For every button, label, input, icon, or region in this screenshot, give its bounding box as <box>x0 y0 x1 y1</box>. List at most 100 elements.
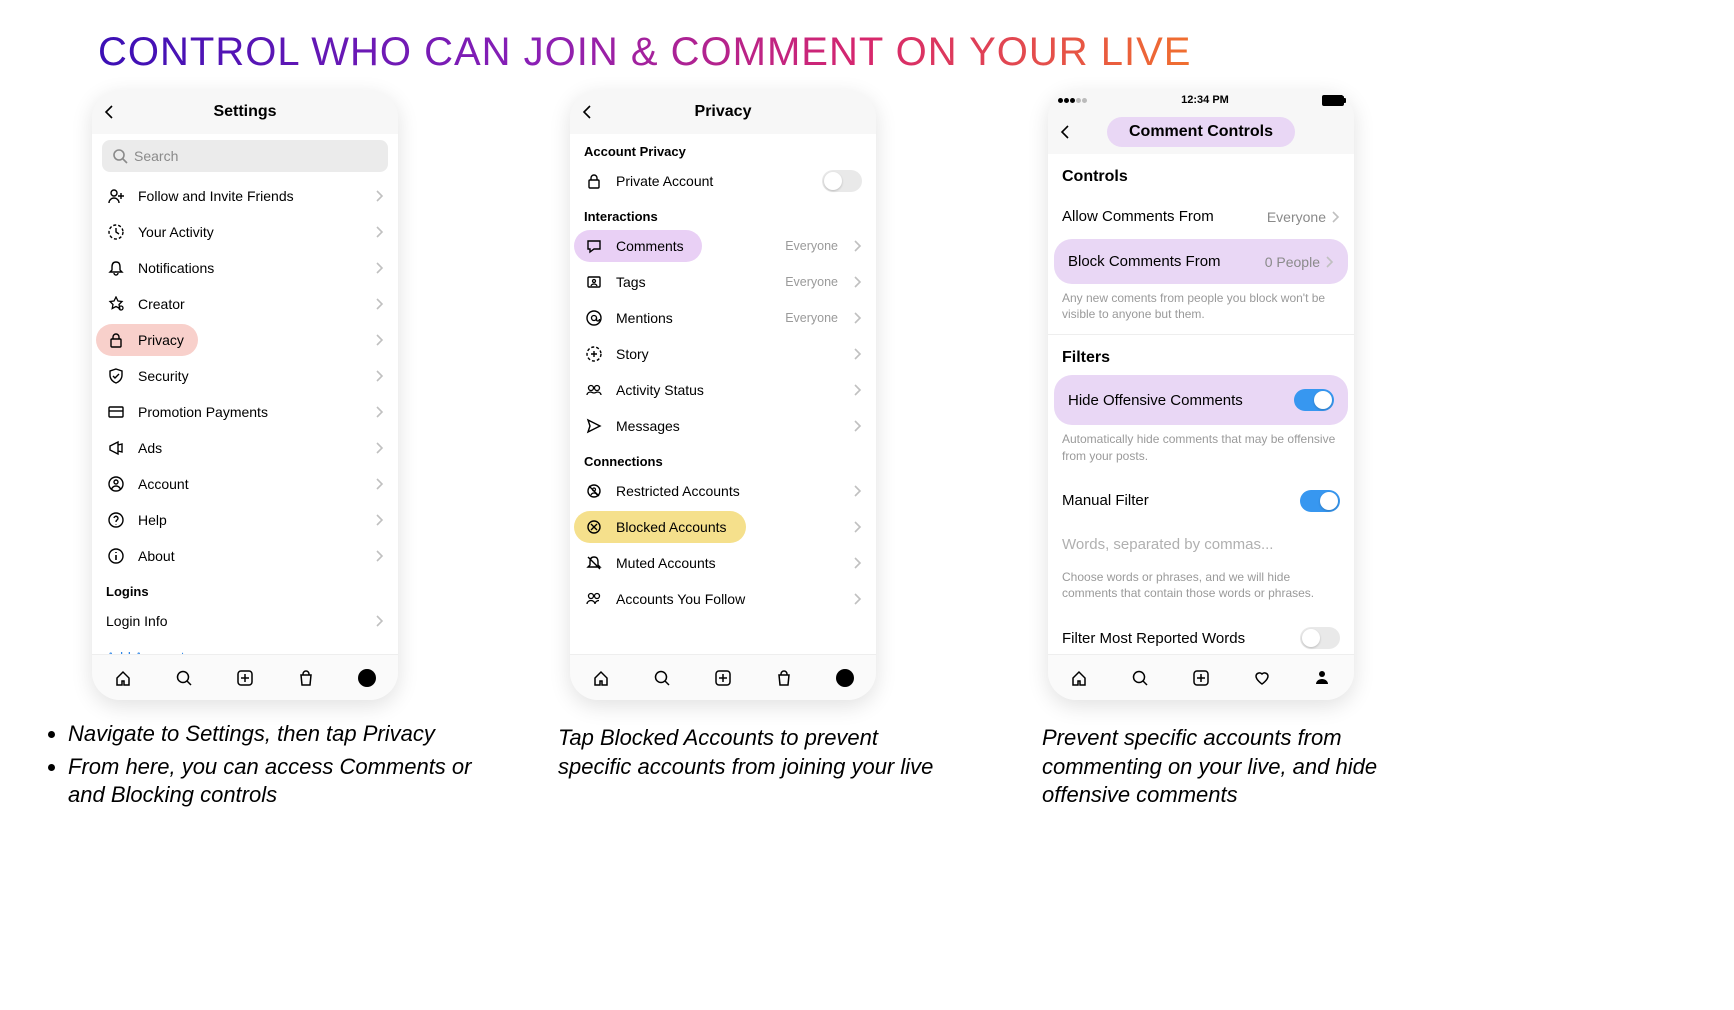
manual-filter-toggle[interactable] <box>1300 490 1340 512</box>
list-item-card[interactable]: Promotion Payments <box>92 394 398 430</box>
block-comments-row[interactable]: Block Comments From 0 People <box>1054 239 1348 284</box>
comment-icon <box>584 238 604 254</box>
list-item-comment[interactable]: CommentsEveryone <box>570 228 876 264</box>
tab-bar <box>1048 654 1354 700</box>
help-icon <box>106 512 126 528</box>
private-account-toggle[interactable] <box>822 170 862 192</box>
chevron-right-icon <box>854 557 862 569</box>
header-title: Privacy <box>695 103 752 121</box>
ads-icon <box>106 440 126 456</box>
account-icon <box>106 476 126 492</box>
phone-settings: Settings Search Follow and Invite Friend… <box>92 90 398 700</box>
add-icon[interactable] <box>234 667 256 689</box>
chevron-right-icon <box>1326 256 1334 268</box>
list-item-bell[interactable]: Notifications <box>92 250 398 286</box>
hide-offensive-toggle[interactable] <box>1294 389 1334 411</box>
tab-bar <box>92 654 398 700</box>
list-item-restrict[interactable]: Restricted Accounts <box>570 473 876 509</box>
story-icon <box>584 346 604 362</box>
search-tab-icon[interactable] <box>1129 667 1151 689</box>
manual-filter-row: Manual Filter <box>1048 476 1354 526</box>
logins-header: Logins <box>92 574 398 603</box>
list-item-tag[interactable]: TagsEveryone <box>570 264 876 300</box>
chevron-right-icon <box>376 550 384 562</box>
list-item-invite[interactable]: Follow and Invite Friends <box>92 178 398 214</box>
profile-tab-icon[interactable] <box>1312 667 1334 689</box>
connections-header: Connections <box>570 444 876 473</box>
home-icon[interactable] <box>112 667 134 689</box>
restrict-icon <box>584 483 604 499</box>
chevron-right-icon <box>854 348 862 360</box>
header-title: Comment Controls <box>1107 117 1295 147</box>
profile-tab-icon[interactable] <box>356 667 378 689</box>
tab-bar <box>570 654 876 700</box>
manual-note: Choose words or phrases, and we will hid… <box>1048 563 1354 613</box>
list-item-mention[interactable]: MentionsEveryone <box>570 300 876 336</box>
add-account-row[interactable]: Add Account <box>92 639 398 654</box>
caption-3: Prevent specific accounts from commentin… <box>1042 724 1402 810</box>
hide-offensive-row: Hide Offensive Comments <box>1054 375 1348 425</box>
chevron-right-icon <box>854 312 862 324</box>
phone-comment-controls: 12:34 PM Comment Controls Controls Allow… <box>1048 90 1354 700</box>
list-item-status[interactable]: Activity Status <box>570 372 876 408</box>
chevron-right-icon <box>376 334 384 346</box>
status-bar: 12:34 PM <box>1048 90 1354 110</box>
home-icon[interactable] <box>590 667 612 689</box>
search-tab-icon[interactable] <box>651 667 673 689</box>
list-item-story[interactable]: Story <box>570 336 876 372</box>
list-item-shield[interactable]: Security <box>92 358 398 394</box>
tag-icon <box>584 274 604 290</box>
home-icon[interactable] <box>1068 667 1090 689</box>
activity-tab-icon[interactable] <box>1251 667 1273 689</box>
list-item-activity[interactable]: Your Activity <box>92 214 398 250</box>
list-item-message[interactable]: Messages <box>570 408 876 444</box>
login-info-row[interactable]: Login Info <box>92 603 398 639</box>
account-privacy-header: Account Privacy <box>570 134 876 163</box>
lock-icon <box>584 173 604 189</box>
phone-privacy: Privacy Account Privacy Private Account … <box>570 90 876 700</box>
lock-icon <box>106 332 126 348</box>
follow-icon <box>584 591 604 607</box>
chevron-right-icon <box>854 521 862 533</box>
list-item-ads[interactable]: Ads <box>92 430 398 466</box>
search-icon <box>112 148 128 164</box>
back-button[interactable] <box>104 105 116 119</box>
private-account-row[interactable]: Private Account <box>570 163 876 199</box>
search-tab-icon[interactable] <box>173 667 195 689</box>
caption-1: Navigate to Settings, then tap Privacy F… <box>50 720 490 814</box>
list-item-mute[interactable]: Muted Accounts <box>570 545 876 581</box>
manual-filter-input[interactable]: Words, separated by commas... <box>1048 526 1354 563</box>
profile-tab-icon[interactable] <box>834 667 856 689</box>
chevron-right-icon <box>376 514 384 526</box>
chevron-right-icon <box>376 478 384 490</box>
list-item-account[interactable]: Account <box>92 466 398 502</box>
caption-2: Tap Blocked Accounts to prevent specific… <box>558 724 938 781</box>
chevron-right-icon <box>854 593 862 605</box>
list-item-info[interactable]: About <box>92 538 398 574</box>
add-icon[interactable] <box>1190 667 1212 689</box>
add-icon[interactable] <box>712 667 734 689</box>
invite-icon <box>106 188 126 204</box>
back-button[interactable] <box>582 105 594 119</box>
mute-icon <box>584 555 604 571</box>
shop-icon[interactable] <box>773 667 795 689</box>
message-icon <box>584 418 604 434</box>
header-title: Settings <box>213 103 276 121</box>
list-item-follow[interactable]: Accounts You Follow <box>570 581 876 617</box>
chevron-right-icon <box>1332 211 1340 223</box>
chevron-right-icon <box>376 406 384 418</box>
allow-comments-row[interactable]: Allow Comments From Everyone <box>1048 194 1354 239</box>
list-item-lock[interactable]: Privacy <box>92 322 398 358</box>
reported-words-row: Filter Most Reported Words <box>1048 613 1354 654</box>
search-input[interactable]: Search <box>102 140 388 172</box>
list-item-star[interactable]: Creator <box>92 286 398 322</box>
list-item-block[interactable]: Blocked Accounts <box>570 509 876 545</box>
interactions-header: Interactions <box>570 199 876 228</box>
chevron-right-icon <box>376 615 384 627</box>
back-button[interactable] <box>1060 125 1072 139</box>
shop-icon[interactable] <box>295 667 317 689</box>
reported-words-toggle[interactable] <box>1300 627 1340 649</box>
list-item-help[interactable]: Help <box>92 502 398 538</box>
activity-icon <box>106 224 126 240</box>
card-icon <box>106 404 126 420</box>
